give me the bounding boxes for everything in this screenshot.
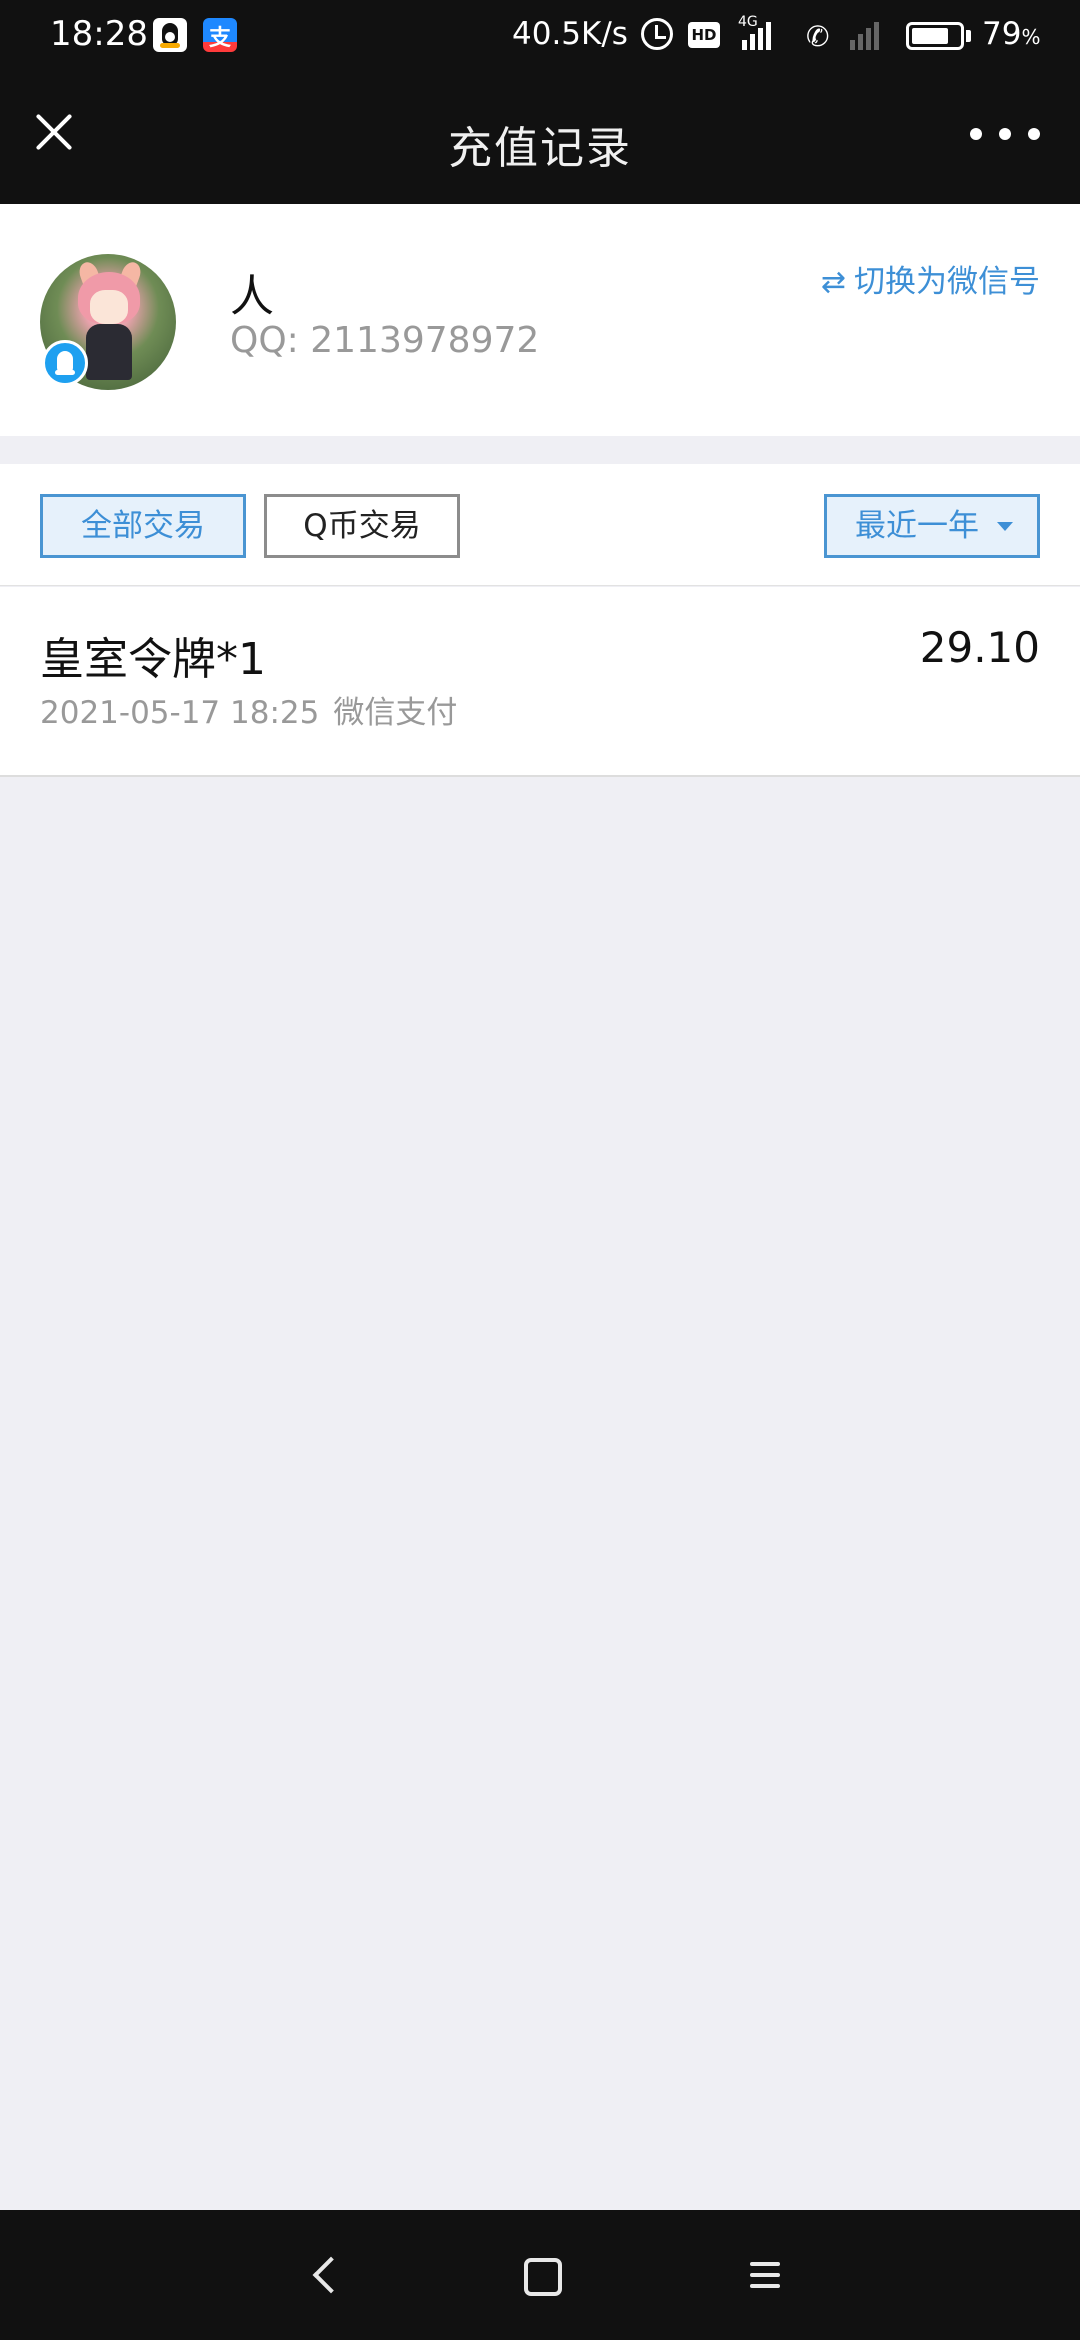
switch-label: 切换为微信号 [854, 264, 1040, 300]
date-range-label: 最近一年 [855, 508, 979, 544]
battery-percent: 79% [982, 16, 1041, 52]
system-nav-bar [0, 2210, 1080, 2340]
battery-fill [912, 28, 948, 44]
alipay-glyph: 支 [209, 26, 232, 51]
hd-icon: HD [688, 22, 720, 48]
filter-all-transactions[interactable]: 全部交易 [40, 494, 246, 558]
status-bar: 18:28 支 40.5K/s HD 4G ✆ 79% [0, 0, 1080, 72]
call-blocked-icon: ✆ [806, 20, 830, 53]
more-options-icon[interactable] [970, 112, 1040, 156]
record-datetime: 2021-05-17 18:25 [40, 695, 320, 731]
battery-tip [966, 30, 971, 42]
profile-card: 人 QQ: 2113978972 ⇄ 切换为微信号 [0, 204, 1080, 436]
filter-qcoin-transactions[interactable]: Q币交易 [264, 494, 460, 558]
title-bar: 充值记录 [0, 72, 1080, 204]
page-title: 充值记录 [448, 123, 632, 174]
signal-strength-icon [742, 20, 771, 50]
status-time: 18:28 [50, 14, 148, 54]
alarm-icon [641, 18, 673, 50]
filter-bar: 全部交易 Q币交易 最近一年 [0, 464, 1080, 586]
date-range-dropdown[interactable]: 最近一年 [824, 494, 1040, 558]
alipay-notification-icon: 支 [203, 18, 237, 52]
sim2-signal-icon [850, 20, 879, 50]
record-payment-method: 微信支付 [333, 695, 458, 731]
home-icon[interactable] [516, 2250, 566, 2300]
menu-icon[interactable] [740, 2250, 790, 2300]
back-icon[interactable] [300, 2250, 350, 2300]
switch-to-wechat-link[interactable]: ⇄ 切换为微信号 [821, 256, 1040, 301]
screen: 18:28 支 40.5K/s HD 4G ✆ 79% 充值记录 人 QQ: 2… [0, 0, 1080, 2340]
list-item[interactable]: 皇室令牌*1 29.10 2021-05-17 18:25 微信支付 [0, 587, 1080, 777]
record-meta: 2021-05-17 18:25 微信支付 [40, 687, 457, 732]
battery-icon [906, 22, 964, 50]
record-amount: 29.10 [919, 623, 1040, 672]
qq-badge-icon [42, 340, 88, 386]
swap-icon: ⇄ [820, 265, 846, 300]
user-name: 人 [230, 271, 274, 322]
chevron-down-icon [997, 522, 1013, 531]
qq-notification-icon [153, 18, 187, 52]
network-speed: 40.5K/s [512, 16, 628, 52]
qq-number: QQ: 2113978972 [230, 320, 540, 361]
record-title: 皇室令牌*1 [40, 634, 266, 685]
